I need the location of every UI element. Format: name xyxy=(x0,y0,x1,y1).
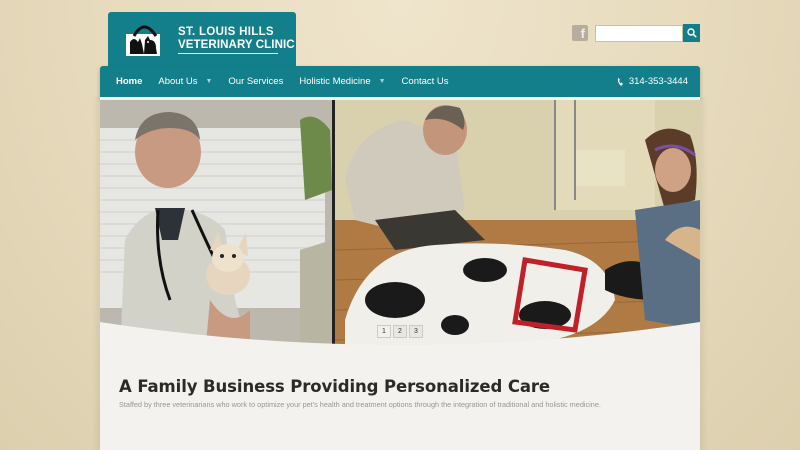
chevron-down-icon: ▼ xyxy=(205,78,213,85)
nav-item-our-services[interactable]: Our Services xyxy=(212,66,283,97)
nav-label: Our Services xyxy=(228,76,284,87)
content-shadow-left xyxy=(92,97,100,450)
slider-dot[interactable]: 3 xyxy=(409,325,423,338)
phone-number[interactable]: 314-353-3444 xyxy=(616,76,700,87)
slide-photo-vet-with-puppy xyxy=(100,100,332,354)
chevron-down-icon: ▼ xyxy=(378,78,386,85)
phone-label: 314-353-3444 xyxy=(628,76,688,87)
slide-photo-dog-exam xyxy=(334,100,700,354)
image-slider[interactable]: 1 2 3 xyxy=(100,100,700,354)
main-content: 1 2 3 A Family Business Providing Person… xyxy=(100,97,700,450)
nav-label: About Us xyxy=(158,76,198,87)
page-headline: A Family Business Providing Personalized… xyxy=(119,377,551,396)
slider-pagination: 1 2 3 xyxy=(377,325,423,338)
slider-dot[interactable]: 2 xyxy=(393,325,407,338)
nav-item-holistic-medicine[interactable]: Holistic Medicine ▼ xyxy=(283,66,385,97)
nav-item-contact-us[interactable]: Contact Us xyxy=(386,66,449,97)
logo-underline xyxy=(178,52,278,54)
logo-line-2: VETERINARY CLINIC xyxy=(178,39,295,51)
search-icon xyxy=(686,28,697,38)
main-nav: Home About Us ▼ Our Services Holistic Me… xyxy=(100,66,700,97)
content-shadow-right xyxy=(700,97,708,450)
slider-dot[interactable]: 1 xyxy=(377,325,391,338)
logo-line-1: ST. LOUIS HILLS xyxy=(178,25,274,38)
search-input[interactable] xyxy=(595,25,683,42)
site-logo[interactable]: ST. LOUIS HILLS VETERINARY CLINIC xyxy=(108,12,296,68)
search-button[interactable] xyxy=(683,24,700,42)
nav-label: Contact Us xyxy=(401,76,449,87)
nav-item-home[interactable]: Home xyxy=(100,66,142,97)
page-subline: Staffed by three veterinarians who work … xyxy=(119,400,601,409)
nav-item-about-us[interactable]: About Us ▼ xyxy=(142,66,212,97)
phone-icon xyxy=(617,77,623,86)
facebook-icon[interactable]: f xyxy=(572,25,588,41)
logo-pets-icon xyxy=(126,22,172,58)
nav-label: Holistic Medicine xyxy=(299,76,371,87)
nav-label: Home xyxy=(116,76,143,87)
